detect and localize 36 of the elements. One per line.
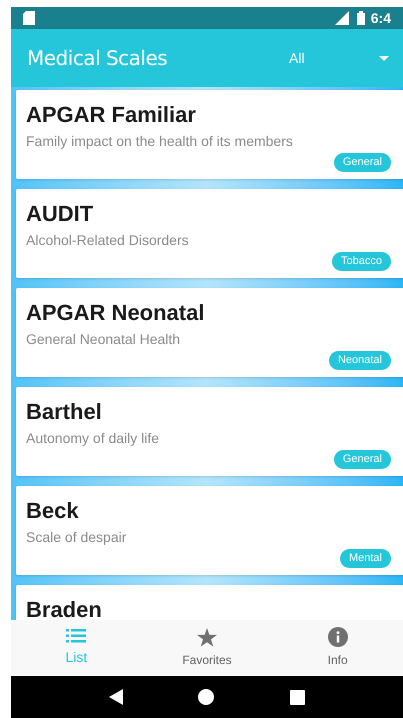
- home-icon[interactable]: [198, 689, 214, 705]
- category-tag: Neonatal: [328, 351, 391, 370]
- list-icon: [66, 628, 86, 642]
- info-icon: [328, 627, 348, 647]
- nav-tab[interactable]: Favorites: [142, 620, 272, 676]
- scale-card[interactable]: Beck Scale of despair Mental: [16, 486, 403, 575]
- scale-name: APGAR Neonatal: [26, 300, 204, 326]
- scale-card[interactable]: APGAR Neonatal General Neonatal Health Neonatal: [16, 288, 403, 377]
- scale-name: Braden: [26, 597, 102, 620]
- scale-card[interactable]: AUDIT Alcohol-Related Disorders Tobacco: [16, 189, 403, 278]
- scale-card[interactable]: Barthel Autonomy of daily life General: [16, 387, 403, 476]
- scale-card[interactable]: Braden: [16, 585, 403, 620]
- sd-card-icon: [23, 11, 35, 25]
- scale-name: Beck: [26, 498, 79, 524]
- battery-icon: [356, 11, 365, 25]
- scale-card[interactable]: APGAR Familiar Family impact on the health of its members General: [16, 90, 403, 179]
- category-tag: Mental: [340, 549, 391, 568]
- signal-icon: [332, 11, 349, 25]
- recents-icon[interactable]: [290, 690, 306, 704]
- scale-description: Scale of despair: [26, 528, 126, 547]
- scale-description: Family impact on the health of its members: [26, 132, 293, 151]
- clock-text: 6:4: [370, 8, 391, 28]
- scale-name: APGAR Familiar: [26, 102, 196, 128]
- nav-tab[interactable]: Info: [272, 620, 403, 676]
- category-tag: General: [334, 450, 391, 469]
- category-tag: General: [334, 153, 391, 172]
- scale-description: Autonomy of daily life: [26, 429, 160, 448]
- scale-name: AUDIT: [26, 201, 94, 227]
- back-icon[interactable]: [108, 689, 123, 705]
- scale-name: Barthel: [26, 399, 102, 425]
- star-icon: [197, 628, 217, 646]
- app-title: Medical Scales: [27, 45, 168, 72]
- scale-description: Alcohol-Related Disorders: [26, 231, 189, 250]
- dropdown-caret-icon: [379, 56, 389, 60]
- scale-description: General Neonatal Health: [26, 330, 180, 349]
- category-tag: Tobacco: [332, 252, 391, 271]
